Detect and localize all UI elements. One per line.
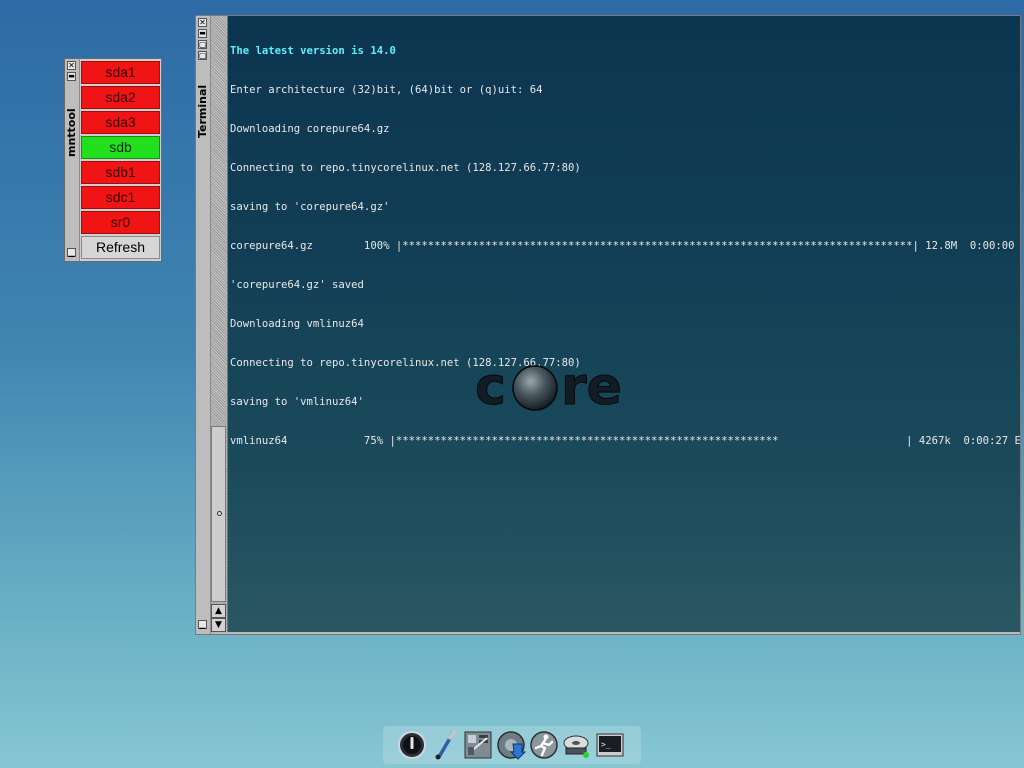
refresh-button[interactable]: Refresh [81,236,160,259]
maximize-icon[interactable]: ▢ [198,40,207,49]
minimize-icon[interactable]: ▬ [198,29,207,38]
terminal-line: Downloading vmlinuz64 [230,318,364,330]
tinycore-logo: c re [473,356,633,418]
editor-brush-icon[interactable] [431,730,461,760]
terminal-icon[interactable]: >_ [595,730,625,760]
terminal-scrollbar[interactable]: ▲ ▼ [211,16,228,632]
scroll-down-icon[interactable]: ▼ [211,618,226,632]
svg-text:re: re [561,357,622,416]
terminal-window: ✕ ▬ ▢ ▢ Terminal ▁ ▲ ▼ The latest versio… [195,15,1021,635]
drive-button-sda1[interactable]: sda1 [81,61,160,84]
drive-button-sr0[interactable]: sr0 [81,211,160,234]
dock: >_ [383,726,641,764]
terminal-titlebar[interactable]: ✕ ▬ ▢ ▢ Terminal ▁ [196,16,211,634]
terminal-line: Enter architecture (32)bit, (64)bit or (… [230,84,543,96]
terminal-line: Connecting to repo.tinycorelinux.net (12… [230,162,581,174]
terminal-line: 'corepure64.gz' saved [230,279,364,291]
terminal-last-line: vmlinuz64 75% |*************************… [230,435,1020,448]
terminal-screen[interactable]: The latest version is 14.0 Enter archite… [228,16,1020,632]
drive-button-sda3[interactable]: sda3 [81,111,160,134]
minimize-icon[interactable]: ▬ [67,72,76,81]
scrollbar-grip-icon [217,511,222,516]
terminal-line: The latest version is 14.0 [230,45,396,57]
terminal-line: Downloading corepure64.gz [230,123,390,135]
drive-button-sdb1[interactable]: sdb1 [81,161,160,184]
scrollbar-thumb[interactable] [211,426,226,602]
terminal-line: corepure64.gz 100% |********************… [230,240,1020,252]
mount-tool-icon[interactable] [562,730,592,760]
shade-icon[interactable]: ▁ [67,248,76,257]
restore-icon[interactable]: ▢ [198,51,207,60]
scroll-up-icon[interactable]: ▲ [211,604,226,618]
control-panel-icon[interactable] [463,730,493,760]
drive-list: sda1 sda2 sda3 sdb sdb1 sdc1 sr0 Refresh [81,61,161,261]
shade-icon[interactable]: ▁ [198,620,207,629]
apps-install-icon[interactable] [496,730,526,760]
tinycore-logo-graphic: c re [475,357,623,418]
exit-icon[interactable] [397,730,427,760]
terminal-title: Terminal [196,84,209,138]
close-icon[interactable]: ✕ [67,61,76,70]
mnttool-window: ✕ ▬ mnttool ▁ sda1 sda2 sda3 sdb sdb1 sd… [64,58,162,262]
drive-button-sdb[interactable]: sdb [81,136,160,159]
terminal-line: vmlinuz64 75% |*************************… [230,435,1020,447]
drive-button-sda2[interactable]: sda2 [81,86,160,109]
mnttool-titlebar[interactable]: ✕ ▬ mnttool ▁ [65,59,80,261]
close-icon[interactable]: ✕ [198,18,207,27]
svg-text:>_: >_ [601,740,611,749]
terminal-line: saving to 'corepure64.gz' [230,201,390,213]
svg-text:c: c [475,357,506,416]
mnttool-title: mnttool [65,108,78,157]
run-icon[interactable] [529,730,559,760]
drive-button-sdc1[interactable]: sdc1 [81,186,160,209]
